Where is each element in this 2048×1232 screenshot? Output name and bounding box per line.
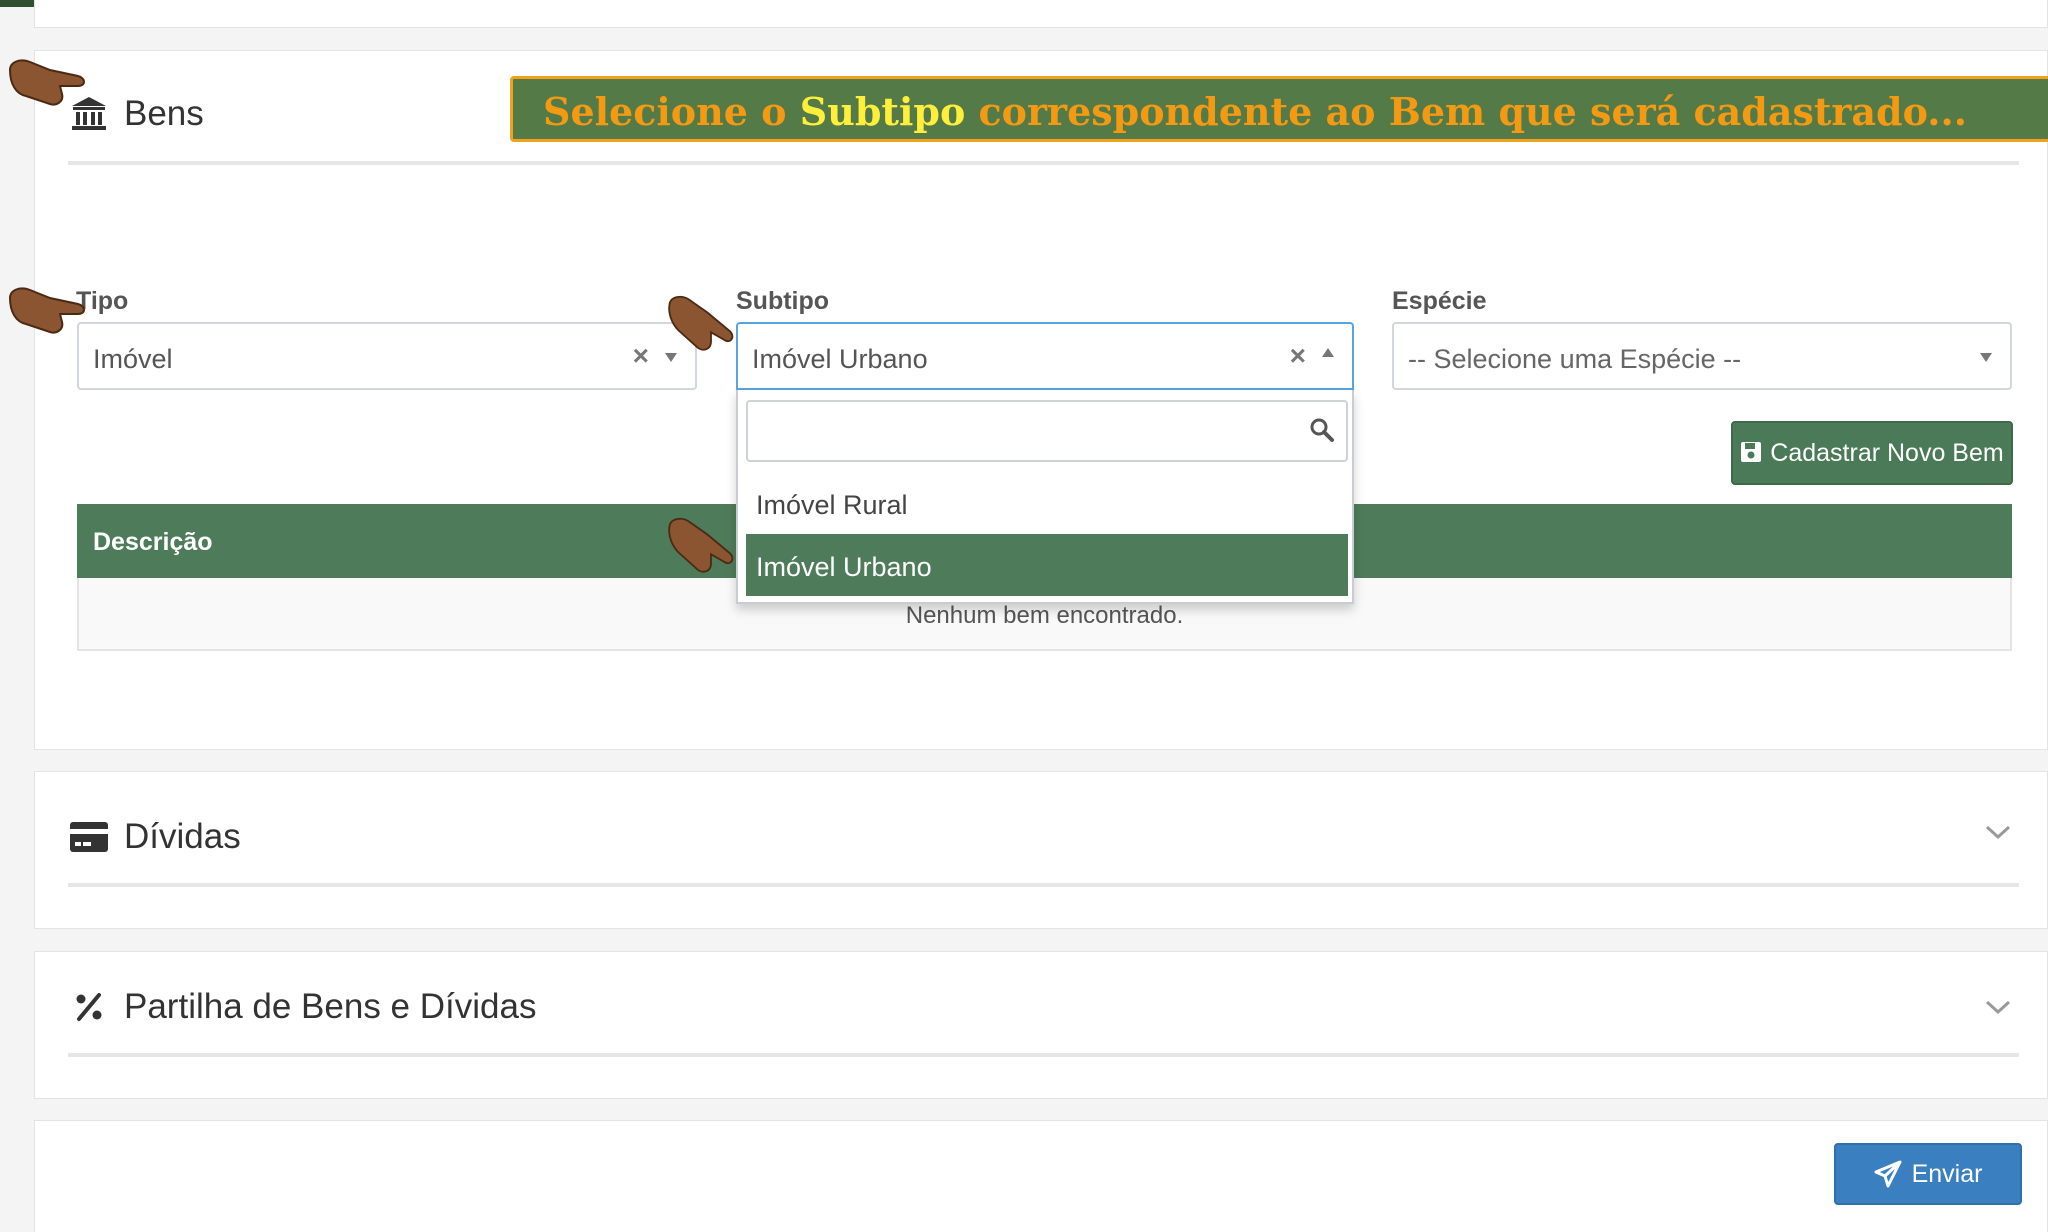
subtipo-dropdown: Imóvel Rural Imóvel Urbano [736,390,1354,604]
subtipo-search-input[interactable] [746,400,1348,462]
partilha-panel: Partilha de Bens e Dívidas [34,951,2048,1099]
dividas-chevron-down-icon[interactable] [1983,822,2013,842]
pointing-hand-icon [668,517,734,573]
footer-panel [34,1120,2048,1232]
option-imovel-rural[interactable]: Imóvel Rural [746,472,1348,534]
subtipo-label: Subtipo [736,287,830,315]
column-descricao: Descrição [93,528,213,556]
tipo-select[interactable]: Imóvel × [77,322,697,390]
cadastrar-label: Cadastrar Novo Bem [1770,438,2004,467]
banner-text-start: Selecione o [543,89,800,134]
credit-card-icon [68,816,110,858]
empty-message: Nenhum bem encontrado. [905,602,1184,629]
subtipo-value: Imóvel Urbano [752,344,928,374]
partilha-chevron-down-icon[interactable] [1983,997,2013,1017]
subtipo-clear-icon[interactable]: × [1290,340,1306,372]
pointing-hand-icon [668,295,734,351]
save-icon [1740,441,1764,465]
cadastrar-novo-bem-button[interactable]: Cadastrar Novo Bem [1731,421,2013,485]
tipo-clear-icon[interactable]: × [633,340,649,372]
dividas-title: Dívidas [68,816,241,858]
enviar-label: Enviar [1911,1159,1983,1188]
enviar-button[interactable]: Enviar [1834,1143,2022,1205]
bens-title-text: Bens [124,94,204,133]
especie-select[interactable]: -- Selecione uma Espécie -- [1392,322,2012,390]
partilha-title-text: Partilha de Bens e Dívidas [124,987,537,1026]
percent-icon [68,986,110,1028]
banner-highlight: Subtipo [799,89,966,134]
instruction-banner: Selecione o Subtipo correspondente ao Be… [510,76,2048,142]
especie-label: Espécie [1392,287,1487,315]
subtipo-select[interactable]: Imóvel Urbano × [736,322,1354,390]
especie-placeholder: -- Selecione uma Espécie -- [1408,344,1742,374]
option-imovel-urbano[interactable]: Imóvel Urbano [746,534,1348,596]
search-icon [1308,416,1336,444]
previous-panel-edge [34,0,2048,28]
partilha-panel-header[interactable]: Partilha de Bens e Dívidas [68,952,2019,1057]
dividas-panel-header[interactable]: Dívidas [68,772,2019,887]
pointing-hand-icon [8,59,85,106]
paper-plane-icon [1874,1160,1902,1188]
bens-title: Bens [68,93,204,135]
pointing-hand-icon [8,287,85,334]
dividas-title-text: Dívidas [124,817,241,856]
especie-caret-down-icon[interactable] [1980,353,1992,362]
subtipo-caret-up-icon[interactable] [1322,348,1334,357]
dividas-panel: Dívidas [34,771,2048,929]
banner-text-end: correspondente ao Bem que será cadastrad… [965,89,1967,134]
partilha-title: Partilha de Bens e Dívidas [68,986,536,1028]
tipo-value: Imóvel [93,344,173,374]
